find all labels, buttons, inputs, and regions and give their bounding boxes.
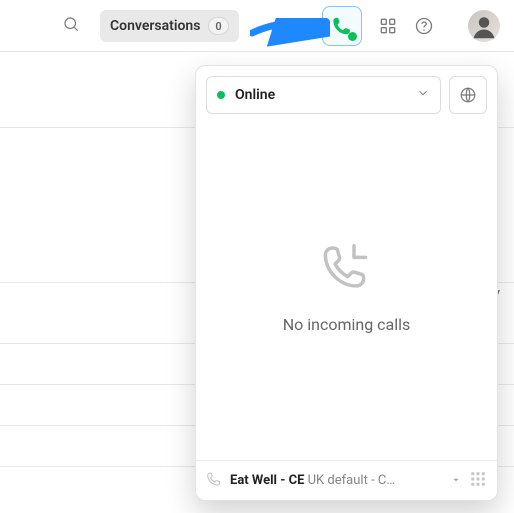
help-icon[interactable] [414, 16, 434, 36]
panel-body: No incoming calls [196, 114, 497, 460]
search-icon[interactable] [62, 15, 80, 37]
app-stage: Gro – – – V Conversations 0 [0, 0, 514, 513]
chevron-down-icon [416, 86, 430, 104]
presence-dot-icon [217, 91, 225, 99]
dialpad-icon[interactable] [469, 470, 487, 492]
top-toolbar: Conversations 0 [0, 0, 514, 52]
empty-state-text: No incoming calls [283, 315, 411, 334]
phone-button[interactable] [322, 6, 362, 46]
panel-footer: Eat Well - CE UK default - C… [196, 460, 497, 500]
calls-panel: Online No incoming calls Eat Well - CE U… [195, 65, 498, 501]
conversations-tab[interactable]: Conversations 0 [100, 10, 239, 42]
active-line-select[interactable]: Eat Well - CE UK default - C… [230, 473, 443, 488]
active-line-name: Eat Well - CE [230, 473, 304, 488]
missed-call-icon [319, 241, 375, 297]
panel-header: Online [196, 66, 497, 114]
phone-outline-icon [206, 471, 222, 491]
conversations-label: Conversations [110, 18, 200, 34]
presence-dot-icon [348, 32, 357, 41]
globe-icon [459, 86, 477, 104]
active-line-detail: UK default - C… [304, 473, 395, 488]
caret-down-icon [451, 473, 461, 489]
avatar-silhouette-icon [470, 12, 498, 40]
conversations-count-badge: 0 [208, 17, 228, 35]
presence-status-select[interactable]: Online [206, 76, 441, 114]
apps-grid-icon[interactable] [378, 16, 398, 36]
globe-button[interactable] [449, 76, 487, 114]
avatar[interactable] [468, 10, 500, 42]
presence-status-label: Online [235, 87, 275, 103]
